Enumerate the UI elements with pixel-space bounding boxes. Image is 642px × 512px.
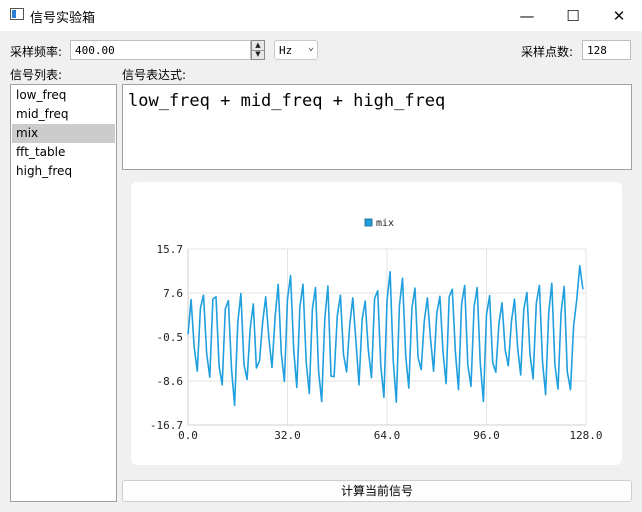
expression-label: 信号表达式: [122, 68, 187, 82]
y-tick-label: -0.5 [157, 331, 184, 344]
y-tick-label: -8.6 [157, 375, 184, 388]
y-tick-label: -16.7 [150, 419, 183, 432]
list-item-high-freq[interactable]: high_freq [12, 162, 115, 181]
legend-marker [364, 218, 373, 227]
stepper-down-icon[interactable]: ▼ [252, 50, 264, 59]
list-item-fft-table[interactable]: fft_table [12, 143, 115, 162]
legend-label: mix [376, 218, 394, 229]
title-bar: 信号实验箱 — ☐ ✕ [0, 0, 642, 31]
points-label: 采样点数: [521, 45, 574, 59]
minimize-icon[interactable]: — [504, 0, 550, 31]
signal-chart: 0.0 32.0 64.0 96.0 128.015.77.6-0.5-8.6-16.7… [150, 218, 603, 442]
x-tick-label: 96.0 [473, 429, 500, 442]
list-item-low-freq[interactable]: low_freq [12, 86, 115, 105]
signal-list-label: 信号列表: [10, 68, 63, 82]
points-input[interactable]: 128 [582, 40, 631, 60]
x-tick-label: 128.0 [569, 429, 602, 442]
chart-card: 0.0 32.0 64.0 96.0 128.0 15.7 7.6 -0.5 -8.6 -16.7… [131, 182, 622, 465]
expression-editor[interactable]: low_freq + mid_freq + high_freq [122, 84, 632, 170]
x-tick-label: 64.0 [374, 429, 401, 442]
chart-area: 0.0 32.0 64.0 96.0 128.0 15.7 7.6 -0.5 -8.6 -16.7… [122, 174, 632, 474]
list-item-mid-freq[interactable]: mid_freq [12, 105, 115, 124]
unit-select[interactable]: Hz ⌄ [274, 40, 318, 60]
sample-rate-stepper[interactable]: ▲ ▼ [251, 40, 265, 60]
chevron-down-icon: ⌄ [307, 42, 314, 53]
unit-select-value: Hz [279, 44, 293, 57]
list-item-mix[interactable]: mix [12, 124, 115, 143]
close-icon[interactable]: ✕ [596, 0, 642, 31]
maximize-icon[interactable]: ☐ [550, 0, 596, 31]
sample-rate-label: 采样频率: [10, 45, 63, 59]
signal-list[interactable]: low_freq mid_freq mix fft_table high_fre… [10, 84, 117, 502]
x-tick-label: 32.0 [274, 429, 301, 442]
window-title: 信号实验箱 [30, 11, 96, 26]
y-tick-label: 7.6 [163, 287, 183, 300]
app-window-icon [10, 8, 24, 20]
compute-button[interactable]: 计算当前信号 [122, 480, 632, 502]
y-tick-label: 15.7 [157, 243, 184, 256]
series-line-mix [187, 265, 584, 407]
sample-rate-input[interactable]: 400.00 [70, 40, 251, 60]
